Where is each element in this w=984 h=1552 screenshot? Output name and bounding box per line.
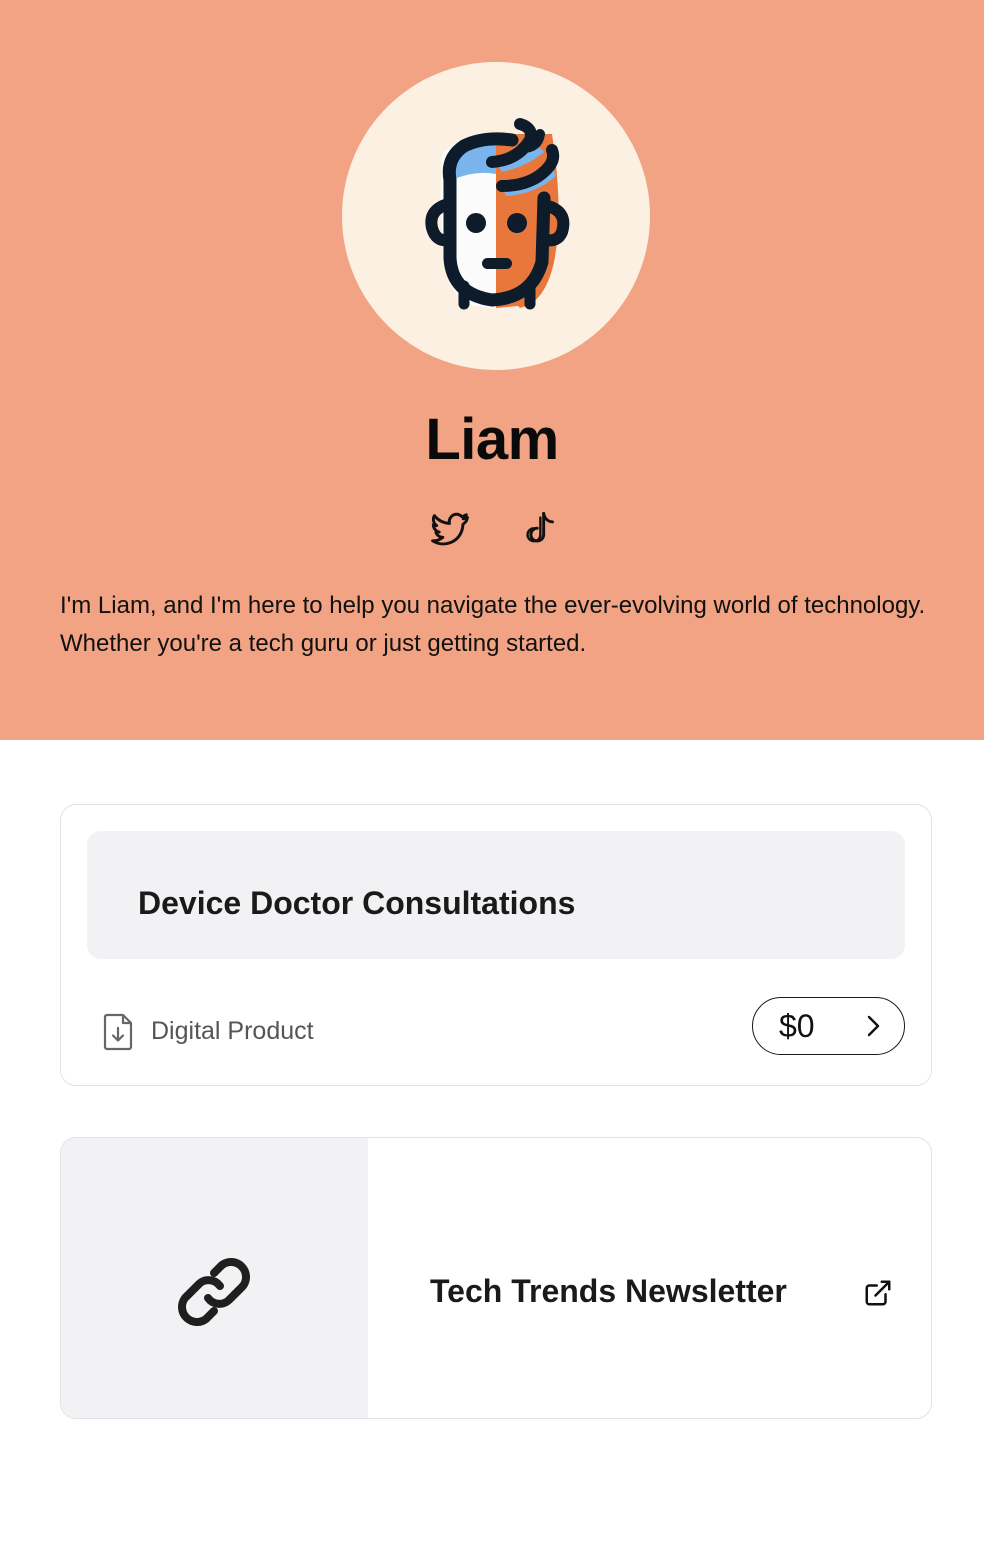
profile-bio: I'm Liam, and I'm here to help you navig… (60, 592, 926, 657)
chevron-right-icon (867, 1015, 880, 1037)
newsletter-link-card[interactable]: Tech Trends Newsletter (60, 1137, 932, 1419)
profile-page: Liam I'm Liam, and I'm here to help you … (0, 0, 984, 1552)
price-button[interactable]: $0 (752, 997, 905, 1055)
product-title-box[interactable]: Device Doctor Consultations (87, 831, 905, 959)
product-title: Device Doctor Consultations (138, 885, 576, 921)
cartoon-face-icon (425, 118, 570, 310)
link-icon (178, 1258, 250, 1326)
file-download-icon (103, 1013, 133, 1051)
twitter-icon (431, 512, 469, 546)
product-type-label: Digital Product (151, 1017, 314, 1045)
newsletter-title: Tech Trends Newsletter (430, 1273, 787, 1309)
link-thumbnail (61, 1138, 368, 1418)
social-links (0, 508, 984, 552)
external-link-icon (865, 1280, 891, 1306)
tiktok-icon (526, 512, 554, 543)
tiktok-link[interactable] (518, 508, 562, 552)
twitter-link[interactable] (428, 508, 472, 552)
product-price: $0 (779, 1008, 815, 1044)
profile-header: Liam I'm Liam, and I'm here to help you … (0, 0, 984, 740)
product-card: Device Doctor Consultations Digital Prod… (60, 804, 932, 1086)
avatar (342, 62, 650, 370)
profile-name: Liam (425, 407, 559, 472)
